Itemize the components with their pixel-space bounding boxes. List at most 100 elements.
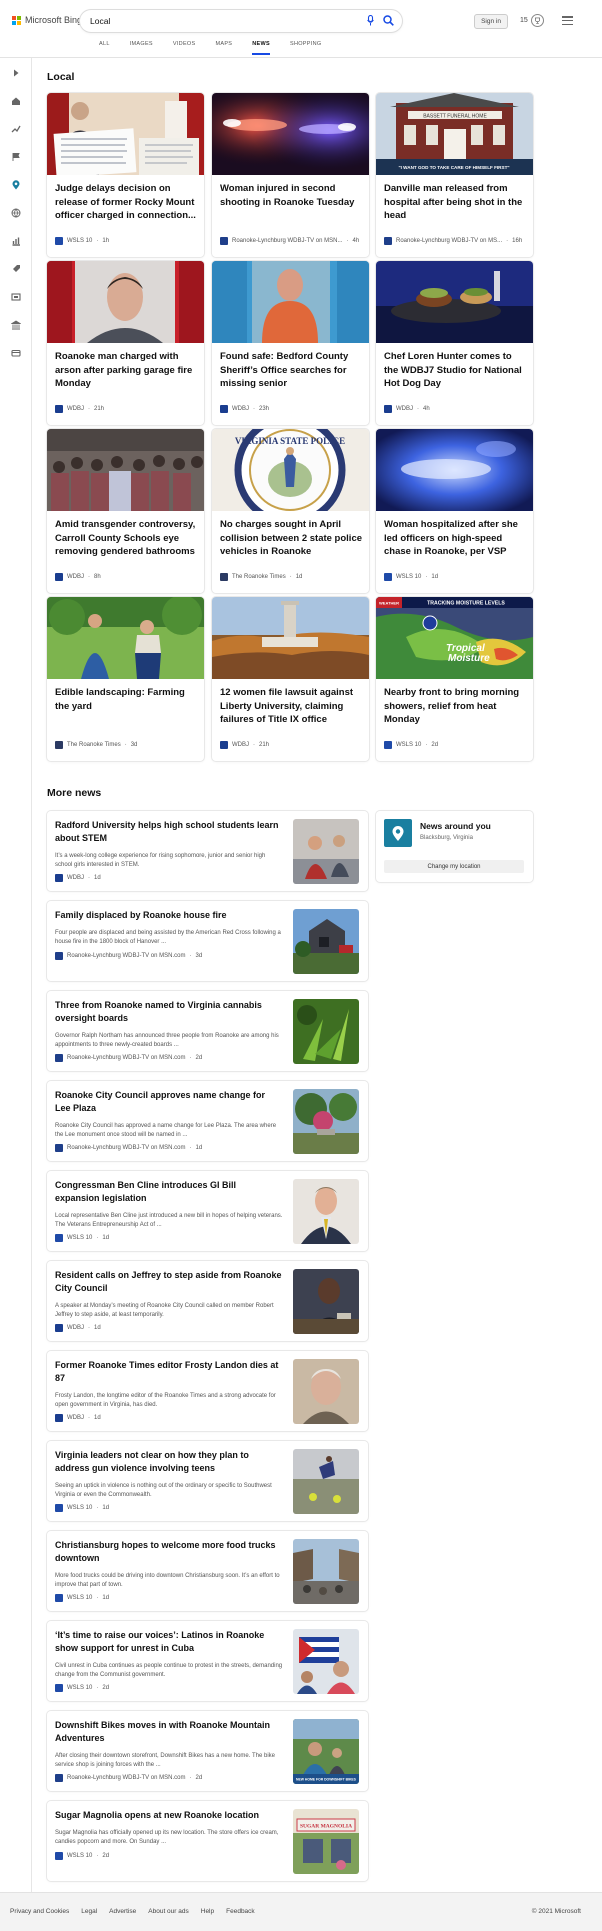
- news-item-title[interactable]: Family displaced by Roanoke house fire: [55, 909, 283, 922]
- news-card[interactable]: Found safe: Bedford County Sheriff’s Off…: [212, 261, 369, 425]
- news-item-title[interactable]: Sugar Magnolia opens at new Roanoke loca…: [55, 1809, 283, 1822]
- news-card-title[interactable]: Edible landscaping: Farming the yard: [55, 686, 197, 713]
- news-list-item[interactable]: Downshift Bikes moves in with Roanoke Mo…: [47, 1711, 368, 1791]
- news-item-description: Four people are displaced and being assi…: [55, 930, 281, 945]
- search-icon[interactable]: [383, 15, 394, 26]
- home-icon[interactable]: [11, 96, 21, 106]
- news-card[interactable]: BASSETT FUNERAL HOME "I WANT GOD TO TAKE…: [376, 93, 533, 257]
- news-item-title[interactable]: Three from Roanoke named to Virginia can…: [55, 999, 283, 1024]
- news-item-title[interactable]: Downshift Bikes moves in with Roanoke Mo…: [55, 1719, 283, 1744]
- news-card-title[interactable]: Judge delays decision on release of form…: [55, 182, 197, 223]
- change-location-button[interactable]: Change my location: [384, 860, 524, 873]
- settings-menu-icon[interactable]: [562, 16, 573, 25]
- news-card-title[interactable]: Danville man released from hospital afte…: [384, 182, 526, 223]
- news-card[interactable]: Woman injured in second shooting in Roan…: [212, 93, 369, 257]
- news-card-title[interactable]: Nearby front to bring morning showers, r…: [384, 686, 526, 727]
- dot-separator: ·: [88, 406, 90, 412]
- rewards-count[interactable]: 15: [520, 17, 528, 24]
- search-input[interactable]: [90, 14, 350, 28]
- source-age: 2d: [195, 1775, 203, 1781]
- news-card[interactable]: Woman hospitalized after she led officer…: [376, 429, 533, 593]
- news-list-item[interactable]: Roanoke City Council approves name chang…: [47, 1081, 368, 1161]
- business-chart-icon[interactable]: [11, 236, 21, 246]
- scope-all[interactable]: ALL: [89, 41, 120, 55]
- source-age: 21h: [94, 406, 105, 412]
- entertainment-film-icon[interactable]: [11, 292, 21, 302]
- news-item-source: WDBJ · 1d: [55, 874, 283, 882]
- sci-tech-rocket-icon[interactable]: [11, 264, 21, 274]
- news-thumbnail: [47, 261, 204, 343]
- news-list-item[interactable]: Three from Roanoke named to Virginia can…: [47, 991, 368, 1071]
- news-card[interactable]: WEATHER TRACKING MOISTURE LEVELS Tropica…: [376, 597, 533, 761]
- world-icon[interactable]: [11, 208, 21, 218]
- rewards-trophy-icon[interactable]: [531, 14, 544, 27]
- microphone-icon[interactable]: [367, 15, 374, 26]
- source-age: 21h: [259, 742, 270, 748]
- footer-link-help[interactable]: Help: [201, 1908, 214, 1915]
- source-age: 8h: [94, 574, 101, 580]
- news-list-item[interactable]: Sugar Magnolia opens at new Roanoke loca…: [47, 1801, 368, 1881]
- dot-separator: ·: [88, 1415, 90, 1421]
- news-card[interactable]: Roanoke man charged with arson after par…: [47, 261, 204, 425]
- footer-link-legal[interactable]: Legal: [81, 1908, 97, 1915]
- news-list-item[interactable]: Virginia leaders not clear on how they p…: [47, 1441, 368, 1521]
- footer-link-feedback[interactable]: Feedback: [226, 1908, 255, 1915]
- products-card-icon[interactable]: [11, 348, 21, 358]
- wdbj-logo-icon: [55, 874, 63, 882]
- source-name: WDBJ: [232, 742, 249, 748]
- scope-images[interactable]: IMAGES: [120, 41, 163, 55]
- news-item-title[interactable]: Former Roanoke Times editor Frosty Lando…: [55, 1359, 283, 1384]
- news-item-title[interactable]: Resident calls on Jeffrey to step aside …: [55, 1269, 283, 1294]
- source-name: WSLS 10: [67, 1595, 93, 1601]
- news-card[interactable]: Amid transgender controversy, Carroll Co…: [47, 429, 204, 593]
- news-thumbnail: [376, 429, 533, 511]
- news-card-title[interactable]: Amid transgender controversy, Carroll Co…: [55, 518, 197, 559]
- msn-logo-icon: [55, 1774, 63, 1782]
- news-card[interactable]: VIRGINIA STATE POLICE No charges sought …: [212, 429, 369, 593]
- trending-icon[interactable]: [11, 124, 21, 134]
- scope-shopping[interactable]: SHOPPING: [280, 41, 331, 55]
- news-card-title[interactable]: Woman hospitalized after she led officer…: [384, 518, 526, 559]
- news-item-thumbnail: [293, 999, 359, 1064]
- news-card[interactable]: Chef Loren Hunter comes to the WDBJ7 Stu…: [376, 261, 533, 425]
- news-list-item[interactable]: Congressman Ben Cline introduces GI Bill…: [47, 1171, 368, 1251]
- news-card[interactable]: Judge delays decision on release of form…: [47, 93, 204, 257]
- footer-link-privacy[interactable]: Privacy and Cookies: [10, 1908, 69, 1915]
- news-card[interactable]: Edible landscaping: Farming the yard The…: [47, 597, 204, 761]
- location-pin-icon[interactable]: [11, 180, 21, 190]
- news-list-item[interactable]: Family displaced by Roanoke house fire F…: [47, 901, 368, 981]
- weather-brand: WEATHER: [379, 601, 399, 606]
- scope-news[interactable]: NEWS: [242, 41, 280, 55]
- news-list-item[interactable]: Radford University helps high school stu…: [47, 811, 368, 891]
- politics-building-icon[interactable]: [11, 320, 21, 330]
- news-item-title[interactable]: Radford University helps high school stu…: [55, 819, 283, 844]
- news-item-title[interactable]: ‘It’s time to raise our voices’: Latinos…: [55, 1629, 283, 1654]
- news-item-title[interactable]: Christiansburg hopes to welcome more foo…: [55, 1539, 283, 1564]
- news-card-title[interactable]: Found safe: Bedford County Sheriff’s Off…: [220, 350, 362, 391]
- location-badge: [384, 819, 412, 847]
- footer-link-advertise[interactable]: Advertise: [109, 1908, 136, 1915]
- news-card-title[interactable]: Roanoke man charged with arson after par…: [55, 350, 197, 391]
- news-card-title[interactable]: Woman injured in second shooting in Roan…: [220, 182, 362, 209]
- expand-arrow-icon[interactable]: [11, 68, 21, 78]
- news-card[interactable]: 12 women file lawsuit against Liberty Un…: [212, 597, 369, 761]
- news-item-description: Governor Ralph Northam has announced thr…: [55, 1033, 279, 1048]
- news-list-item[interactable]: Resident calls on Jeffrey to step aside …: [47, 1261, 368, 1341]
- source-name: WDBJ: [67, 875, 84, 881]
- news-card-title[interactable]: Chef Loren Hunter comes to the WDBJ7 Stu…: [384, 350, 526, 391]
- news-list-item[interactable]: ‘It’s time to raise our voices’: Latinos…: [47, 1621, 368, 1701]
- footer-link-about-ads[interactable]: About our ads: [148, 1908, 188, 1915]
- bing-logo[interactable]: Microsoft Bing: [12, 15, 82, 25]
- news-item-title[interactable]: Roanoke City Council approves name chang…: [55, 1089, 283, 1114]
- scope-maps[interactable]: MAPS: [205, 41, 242, 55]
- us-flag-icon[interactable]: [11, 152, 21, 162]
- news-card-title[interactable]: No charges sought in April collision bet…: [220, 518, 362, 559]
- scope-videos[interactable]: VIDEOS: [163, 41, 206, 55]
- news-list-item[interactable]: Christiansburg hopes to welcome more foo…: [47, 1531, 368, 1611]
- news-item-title[interactable]: Virginia leaders not clear on how they p…: [55, 1449, 283, 1474]
- news-list-item[interactable]: Former Roanoke Times editor Frosty Lando…: [47, 1351, 368, 1431]
- source-age: 1d: [94, 1415, 101, 1421]
- news-card-title[interactable]: 12 women file lawsuit against Liberty Un…: [220, 686, 362, 727]
- sign-in-button[interactable]: Sign in: [474, 14, 508, 29]
- news-item-title[interactable]: Congressman Ben Cline introduces GI Bill…: [55, 1179, 283, 1204]
